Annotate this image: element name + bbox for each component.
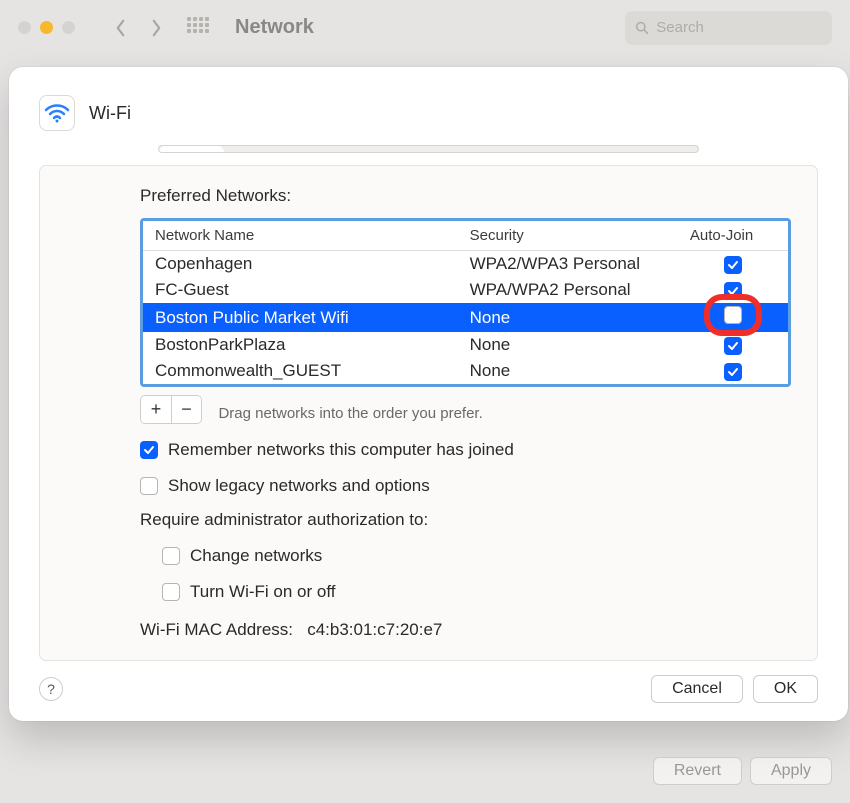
tab-dns[interactable]: DNS	[305, 146, 367, 153]
tab-wins[interactable]: WINS	[368, 146, 438, 153]
auto-join-checkbox[interactable]	[724, 256, 742, 274]
search-field[interactable]	[625, 11, 832, 45]
auto-join-checkbox[interactable]	[724, 363, 742, 381]
network-row[interactable]: Commonwealth_GUESTNone	[143, 358, 788, 384]
chevron-right-icon	[151, 19, 162, 37]
chevron-left-icon	[115, 19, 126, 37]
toolbar: Network	[0, 0, 850, 55]
tab-wifi[interactable]: Wi-Fi	[159, 146, 224, 153]
network-name: FC-Guest	[143, 277, 458, 303]
column-auto-join[interactable]: Auto-Join	[678, 221, 788, 251]
column-network-name[interactable]: Network Name	[143, 221, 458, 251]
network-row[interactable]: CopenhagenWPA2/WPA3 Personal	[143, 251, 788, 278]
search-icon	[635, 20, 648, 35]
background-footer: Revert Apply	[653, 757, 832, 785]
search-input[interactable]	[656, 19, 822, 36]
revert-button[interactable]: Revert	[653, 757, 742, 785]
drag-hint: Drag networks into the order you prefer.	[218, 405, 482, 422]
turn-wifi-checkbox[interactable]	[162, 583, 180, 601]
remove-network-button[interactable]: −	[171, 396, 201, 423]
remember-networks-label: Remember networks this computer has join…	[168, 440, 514, 460]
minimize-window-button[interactable]	[40, 21, 53, 34]
close-window-button[interactable]	[18, 21, 31, 34]
forward-button[interactable]	[143, 15, 169, 41]
show-legacy-label: Show legacy networks and options	[168, 476, 430, 496]
help-button[interactable]: ?	[39, 677, 63, 701]
network-security: WPA/WPA2 Personal	[458, 277, 678, 303]
auto-join-checkbox[interactable]	[724, 337, 742, 355]
tab-tcpip[interactable]: TCP/IP	[225, 146, 305, 153]
network-security: None	[458, 332, 678, 358]
remember-networks-checkbox[interactable]	[140, 441, 158, 459]
ok-button[interactable]: OK	[753, 675, 818, 703]
change-networks-label: Change networks	[190, 546, 322, 566]
network-security: None	[458, 303, 678, 332]
network-row[interactable]: BostonParkPlazaNone	[143, 332, 788, 358]
column-security[interactable]: Security	[458, 221, 678, 251]
show-all-button[interactable]	[187, 17, 209, 39]
network-autojoin-cell	[678, 303, 788, 332]
show-legacy-checkbox[interactable]	[140, 477, 158, 495]
admin-auth-label: Require administrator authorization to:	[140, 510, 428, 530]
tab-hardware[interactable]: Hardware	[601, 146, 698, 153]
network-name: Copenhagen	[143, 251, 458, 278]
tab-8021x[interactable]: 802.1X	[439, 146, 518, 153]
back-button[interactable]	[107, 15, 133, 41]
network-security: None	[458, 358, 678, 384]
add-network-button[interactable]: +	[141, 396, 171, 423]
network-row[interactable]: FC-GuestWPA/WPA2 Personal	[143, 277, 788, 303]
add-remove-controls: + −	[140, 395, 202, 424]
wifi-advanced-sheet: Wi-Fi Wi-FiTCP/IPDNSWINS802.1XProxiesHar…	[9, 67, 848, 721]
turn-wifi-label: Turn Wi-Fi on or off	[190, 582, 335, 602]
network-name: Boston Public Market Wifi	[143, 303, 458, 332]
apply-button[interactable]: Apply	[750, 757, 832, 785]
tab-proxies[interactable]: Proxies	[519, 146, 600, 153]
window-controls	[18, 21, 75, 34]
network-name: BostonParkPlaza	[143, 332, 458, 358]
tab-bar: Wi-FiTCP/IPDNSWINS802.1XProxiesHardware	[158, 145, 700, 153]
network-autojoin-cell	[678, 358, 788, 384]
network-row[interactable]: Boston Public Market WifiNone	[143, 303, 788, 332]
window-title: Network	[235, 16, 314, 39]
network-security: WPA2/WPA3 Personal	[458, 251, 678, 278]
network-name: Commonwealth_GUEST	[143, 358, 458, 384]
wifi-icon	[39, 95, 75, 131]
mac-address-label: Wi-Fi MAC Address:	[140, 620, 293, 639]
sheet-title: Wi-Fi	[89, 103, 131, 124]
preferred-networks-label: Preferred Networks:	[140, 186, 791, 206]
wifi-panel: Preferred Networks: Network Name Securit…	[39, 165, 818, 661]
network-autojoin-cell	[678, 251, 788, 278]
mac-address-value: c4:b3:01:c7:20:e7	[307, 620, 442, 639]
zoom-window-button[interactable]	[62, 21, 75, 34]
preferred-networks-table[interactable]: Network Name Security Auto-Join Copenhag…	[140, 218, 791, 387]
auto-join-checkbox[interactable]	[724, 306, 742, 324]
cancel-button[interactable]: Cancel	[651, 675, 743, 703]
change-networks-checkbox[interactable]	[162, 547, 180, 565]
